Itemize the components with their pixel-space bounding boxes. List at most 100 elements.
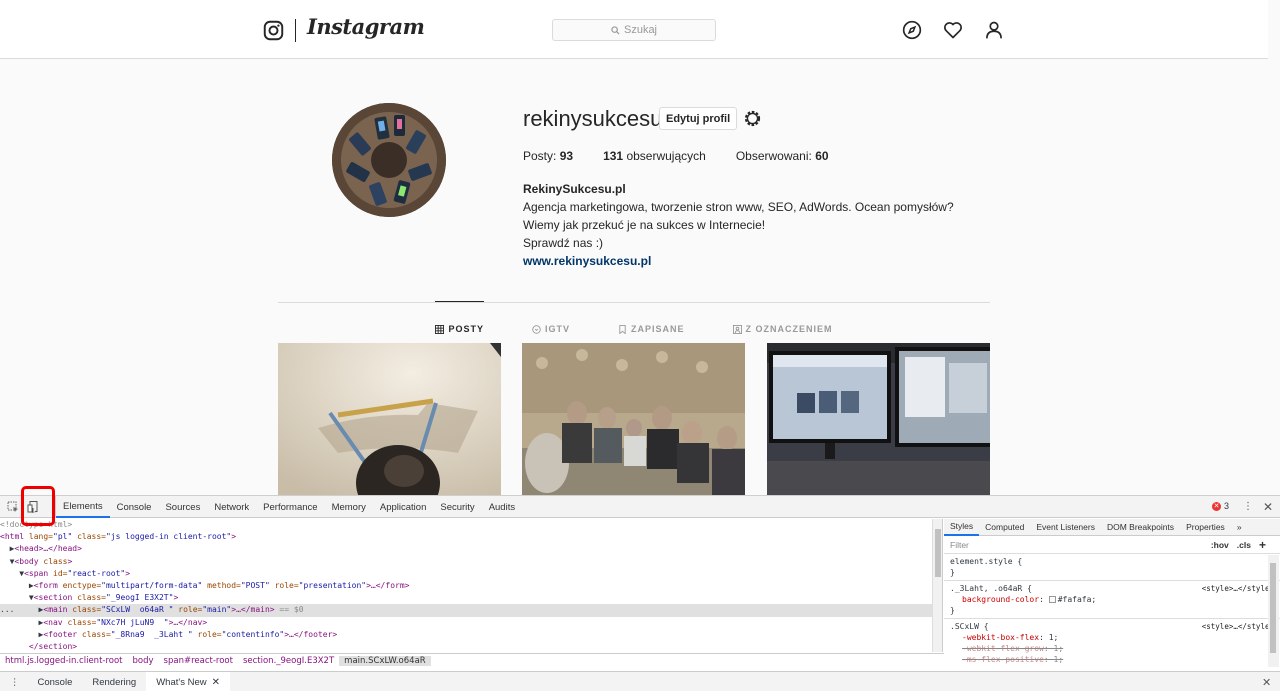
instagram-wordmark[interactable]: Instagram (307, 14, 425, 39)
tab-tagged[interactable]: Z OZNACZENIEM (732, 302, 833, 342)
post-thumbnail[interactable] (767, 343, 990, 495)
dom-node[interactable]: ▼<span id="react-root"> (0, 568, 932, 580)
attr-value: "main" (202, 605, 232, 615)
post-thumbnail[interactable] (522, 343, 745, 495)
posts-count: 93 (559, 149, 574, 163)
tab-security[interactable]: Security (433, 496, 481, 518)
tab-igtv[interactable]: IGTV (532, 302, 570, 342)
styles-scroll-thumb[interactable] (1270, 563, 1276, 653)
tab-performance[interactable]: Performance (256, 496, 324, 518)
dom-node[interactable]: ▼<section class="_9eogI E3X2T"> (0, 592, 932, 604)
close-drawer-icon[interactable]: ✕ (1262, 676, 1271, 689)
attr-value: "_8Rna9 _3Laht " (110, 629, 193, 639)
tag-end: >…</nav> (168, 617, 208, 627)
tag-end: >…</footer> (284, 629, 338, 639)
bio-website-link[interactable]: www.rekinysukcesu.pl (523, 252, 954, 270)
tab-console[interactable]: Console (110, 496, 159, 518)
post-thumbnail[interactable] (278, 343, 501, 495)
cls-toggle-button[interactable]: .cls (1233, 540, 1255, 550)
elements-scrollbar[interactable] (932, 519, 943, 652)
instagram-camera-icon[interactable] (263, 20, 284, 41)
node-ellipsis-icon[interactable]: ... (0, 605, 14, 614)
elements-scroll-thumb[interactable] (935, 529, 941, 577)
instagram-page: Instagram Szukaj rekinysukcesu Edytuj pr… (0, 0, 1268, 495)
drawer-menu-icon[interactable]: ⋮ (0, 677, 28, 688)
tab-elements[interactable]: Elements (56, 496, 110, 518)
attr: class= (77, 593, 106, 603)
style-property[interactable]: background-color: #fafafa; (950, 594, 1274, 605)
property-name: -webkit-flex-grow (962, 644, 1044, 653)
tab-computed[interactable]: Computed (979, 519, 1030, 536)
top-navbar: Instagram Szukaj (0, 0, 1268, 59)
search-placeholder: Szukaj (623, 24, 658, 36)
new-rule-plus-icon[interactable]: + (1255, 538, 1280, 552)
breadcrumb-item[interactable]: span#react-root (159, 656, 238, 666)
tag-end: >…</main> (231, 605, 275, 615)
tab-network[interactable]: Network (207, 496, 256, 518)
breadcrumb-item-active[interactable]: main.SCxLW.o64aR (339, 655, 431, 666)
breadcrumb-item[interactable]: html.js.logged-in.client-root (0, 656, 128, 666)
style-property[interactable]: -webkit-box-flex: 1; (950, 632, 1274, 643)
search-input[interactable]: Szukaj (552, 19, 716, 41)
rule-source-link[interactable]: <style>…</style> (1202, 583, 1274, 594)
dom-node[interactable]: ▶<form enctype="multipart/form-data" met… (0, 580, 932, 592)
drawer-tab-whats-new[interactable]: What's New ✕ (146, 671, 230, 691)
dom-node[interactable]: </section> (0, 641, 932, 652)
breadcrumb-item[interactable]: body (128, 656, 159, 666)
dom-node[interactable]: ▶<nav class="NXc7H jLuN9 ">…</nav> (0, 617, 932, 629)
dom-node[interactable]: ▶<head>…</head> (0, 543, 932, 555)
rule-source-link[interactable]: <style>…</style> (1202, 621, 1274, 632)
tab-properties[interactable]: Properties (1180, 519, 1231, 536)
tab-event-listeners[interactable]: Event Listeners (1030, 519, 1101, 536)
attr: role= (173, 605, 203, 615)
property-name: background-color (962, 595, 1040, 604)
profile-avatar[interactable] (332, 103, 446, 217)
styles-scrollbar[interactable] (1268, 555, 1279, 667)
tab-audits[interactable]: Audits (482, 496, 522, 518)
drawer-tab-console[interactable]: Console (28, 672, 83, 691)
color-swatch[interactable] (1048, 596, 1056, 603)
tag-end: >…</form> (366, 580, 410, 590)
followers-stat[interactable]: 131 obserwujących (603, 149, 706, 163)
dom-node[interactable]: <!doctype html> (0, 519, 932, 531)
dom-node[interactable]: ▼<body class> (0, 556, 932, 568)
drawer-tab-rendering[interactable]: Rendering (82, 672, 146, 691)
settings-gear-icon[interactable] (742, 108, 763, 129)
style-property-overridden[interactable]: -webkit-flex-grow: 1; (950, 643, 1274, 654)
tab-application[interactable]: Application (373, 496, 433, 518)
elements-dom-tree: <!doctype html> <html lang="pl" class="j… (0, 519, 932, 652)
style-property-overridden[interactable]: -ms-flex-positive: 1; (950, 654, 1274, 665)
dom-node[interactable]: ▶<footer class="_8Rna9 _3Laht " role="co… (0, 629, 932, 641)
close-tab-icon[interactable]: ✕ (212, 677, 220, 688)
tab-posts[interactable]: POSTY (435, 301, 484, 342)
attr: method= (202, 580, 241, 590)
breadcrumb-item[interactable]: section._9eogI.E3X2T (238, 656, 339, 666)
tab-sources[interactable]: Sources (158, 496, 207, 518)
edit-profile-button[interactable]: Edytuj profil (659, 107, 738, 130)
tab-saved[interactable]: ZAPISANE (618, 302, 685, 342)
following-stat[interactable]: Obserwowani: 60 (736, 149, 829, 163)
style-rule-element[interactable]: element.style { } (944, 554, 1280, 581)
profile-user-icon[interactable] (984, 20, 1004, 40)
error-counter[interactable]: ✕ 3 (1212, 501, 1229, 511)
style-rule[interactable]: .SCxLW {<style>…</style> -webkit-box-fle… (944, 619, 1280, 667)
tab-dom-breakpoints[interactable]: DOM Breakpoints (1101, 519, 1180, 536)
more-tabs-chevron-icon[interactable]: » (1231, 519, 1248, 536)
tagged-icon (732, 324, 742, 334)
tab-igtv-label: IGTV (544, 324, 570, 334)
close-devtools-icon[interactable]: ✕ (1263, 500, 1273, 514)
activity-heart-icon[interactable] (943, 20, 963, 40)
dom-node[interactable]: <html lang="pl" class="js logged-in clie… (0, 531, 932, 543)
kebab-menu-icon[interactable]: ⋮ (1243, 501, 1253, 512)
explore-compass-icon[interactable] (902, 20, 922, 40)
style-rule[interactable]: ._3Laht, .o64aR {<style>…</style> backgr… (944, 581, 1280, 619)
inspect-element-icon[interactable] (7, 501, 19, 513)
tab-styles[interactable]: Styles (944, 519, 980, 536)
tab-memory[interactable]: Memory (325, 496, 373, 518)
hov-toggle-button[interactable]: :hov (1207, 540, 1233, 550)
attr: role= (269, 580, 299, 590)
tag-end: > (125, 568, 131, 578)
grid-icon (435, 324, 445, 334)
styles-filter-input[interactable]: Filter (950, 540, 1207, 550)
dom-node-selected[interactable]: ... ▶<main class="SCxLW o64aR " role="ma… (0, 604, 932, 617)
